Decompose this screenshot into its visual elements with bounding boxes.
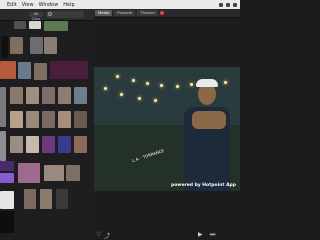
clip-thumbnail[interactable] <box>10 37 23 54</box>
clip-thumbnail[interactable] <box>0 191 14 209</box>
clip-thumbnail[interactable] <box>10 87 23 104</box>
clip-thumbnail[interactable] <box>40 189 52 209</box>
viewer-controls: ♡ ⤴ ▶ ⏭ <box>94 228 240 240</box>
clip-thumbnail[interactable] <box>18 62 31 79</box>
person-arms <box>192 111 226 129</box>
viewer-toolbar: Media Projects Theater <box>94 9 240 18</box>
menu-item-window[interactable]: Window <box>39 2 59 8</box>
person-cap <box>196 79 218 87</box>
search-input[interactable] <box>46 11 84 18</box>
clip-thumbnail[interactable] <box>0 131 6 161</box>
menu-bar: Edit View Window Help <box>0 0 240 9</box>
play-icon[interactable]: ▶ <box>198 231 203 238</box>
status-icon[interactable] <box>233 2 237 7</box>
tab-projects[interactable]: Projects <box>114 10 136 16</box>
watermark-text: powered by Hotpoint App <box>170 183 236 188</box>
clip-thumbnail[interactable] <box>0 161 14 171</box>
share-icon[interactable]: ⤴ <box>104 231 110 240</box>
clip-thumbnail[interactable] <box>26 136 39 153</box>
clip-thumbnail[interactable] <box>1 36 8 58</box>
clip-thumbnail[interactable] <box>56 189 68 209</box>
status-icon[interactable] <box>226 2 230 7</box>
search-icon <box>48 12 52 16</box>
clip-thumbnail[interactable] <box>42 111 55 128</box>
skip-icon[interactable]: ⏭ <box>210 231 215 239</box>
menu-item-help[interactable]: Help <box>63 2 74 8</box>
clip-thumbnail[interactable] <box>74 111 87 128</box>
media-browser <box>0 21 94 240</box>
clip-thumbnail[interactable] <box>66 165 80 181</box>
clip-thumbnail[interactable] <box>26 87 39 104</box>
clip-thumbnail[interactable] <box>44 165 64 181</box>
clip-thumbnail[interactable] <box>29 21 41 29</box>
menu-item-view[interactable]: View <box>22 2 34 8</box>
clip-thumbnail[interactable] <box>74 136 87 153</box>
clip-thumbnail[interactable] <box>0 87 6 127</box>
clip-thumbnail[interactable] <box>42 136 55 153</box>
clip-thumbnail[interactable] <box>50 61 88 79</box>
clip-thumbnail[interactable] <box>0 61 16 79</box>
clip-thumbnail[interactable] <box>44 21 68 31</box>
menubar-status-icons <box>219 2 240 7</box>
clip-thumbnail[interactable] <box>42 87 55 104</box>
clip-thumbnail[interactable] <box>44 37 57 54</box>
clip-thumbnail[interactable] <box>26 111 39 128</box>
clip-thumbnail[interactable] <box>10 111 23 128</box>
library-toolbar: All Clips <box>0 9 94 21</box>
clip-thumbnail[interactable] <box>14 21 26 29</box>
close-icon[interactable] <box>160 11 165 15</box>
clip-thumbnail[interactable] <box>0 211 14 233</box>
clip-thumbnail[interactable] <box>34 63 47 80</box>
clip-thumbnail[interactable] <box>74 87 87 104</box>
menu-item-edit[interactable]: Edit <box>7 2 17 8</box>
filter-dropdown[interactable]: All Clips <box>29 12 43 21</box>
clip-thumbnail[interactable] <box>58 111 71 128</box>
clip-thumbnail[interactable] <box>58 136 71 153</box>
heart-icon[interactable]: ♡ <box>96 231 101 238</box>
tab-theater[interactable]: Theater <box>137 10 159 16</box>
clip-thumbnail[interactable] <box>30 37 43 54</box>
tab-media[interactable]: Media <box>95 10 113 16</box>
clip-thumbnail[interactable] <box>24 189 36 209</box>
clip-thumbnail[interactable] <box>10 136 23 153</box>
clip-thumbnail[interactable] <box>0 173 14 183</box>
video-preview[interactable]: L.A. · TORRANCE powered by Hotpoint App <box>94 67 240 191</box>
clip-thumbnail[interactable] <box>58 87 71 104</box>
clip-thumbnail[interactable] <box>18 163 40 183</box>
status-icon[interactable] <box>219 2 223 7</box>
